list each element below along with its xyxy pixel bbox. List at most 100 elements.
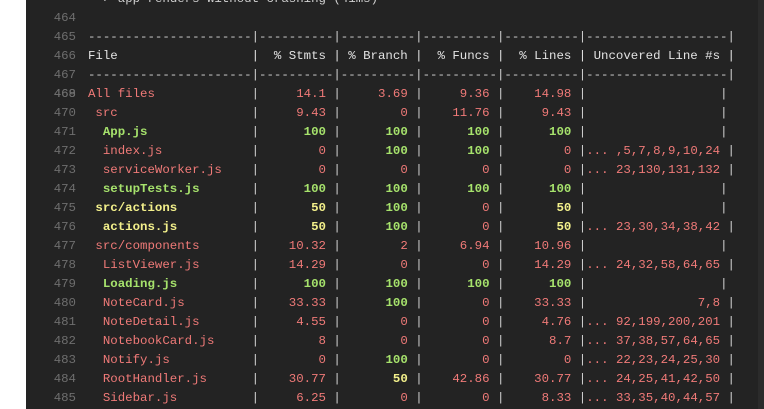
stmts-cell: 8 — [259, 334, 334, 348]
table-row: 470 src | 9.43 | 0 | 11.76 | 9.43 | | — [26, 104, 764, 123]
line-number: 469 — [53, 87, 76, 101]
column-separator: | — [333, 220, 341, 234]
line-number: 477 — [53, 239, 76, 253]
line-number: 476 — [53, 220, 76, 234]
column-separator: | — [415, 391, 423, 405]
uncovered-cell — [586, 87, 720, 101]
stmts-cell: 30.77 — [259, 372, 334, 386]
column-separator: | — [415, 182, 423, 196]
column-separator: | — [251, 201, 260, 215]
column-separator: | — [727, 296, 735, 310]
file-name: src — [88, 106, 252, 120]
file-name: actions.js — [88, 220, 252, 234]
table-separator: ----------------------|----------|------… — [88, 68, 735, 82]
stmts-cell: 14.1 — [259, 87, 334, 101]
line-number: 475 — [53, 201, 76, 215]
stmts-cell: 0 — [259, 144, 334, 158]
row-content: index.js | 0 | 100 | 100 | 0 |... ,5,7,8… — [88, 142, 735, 161]
uncovered-cell: ... 22,23,24,25,30 — [586, 353, 728, 367]
branch-cell: 100 — [340, 182, 416, 196]
log-line-467: 467 File | % Stmts | % Branch | % Funcs … — [26, 47, 764, 82]
uncovered-cell: ... 24,25,41,42,50 — [586, 372, 728, 386]
log-line-468: 468 ----------------------|----------|--… — [26, 66, 764, 101]
column-separator: | — [720, 182, 728, 196]
column-separator: | — [333, 125, 341, 139]
row-content: Notify.js | 0 | 100 | 0 | 0 |... 22,23,2… — [88, 351, 735, 370]
column-separator: | — [727, 258, 735, 272]
branch-cell: 100 — [340, 296, 416, 310]
row-content: ListViewer.js | 14.29 | 0 | 0 | 14.29 |.… — [88, 256, 735, 275]
table-row: 474 setupTests.js | 100 | 100 | 100 | 10… — [26, 180, 764, 199]
branch-cell: 0 — [340, 106, 416, 120]
funcs-cell: 0 — [422, 334, 497, 348]
uncovered-cell — [586, 106, 720, 120]
funcs-cell: 0 — [422, 163, 497, 177]
stmts-cell: 50 — [259, 220, 334, 234]
test-pass-line: ✓ app renders without crashing (41ms) — [88, 0, 378, 9]
lines-cell: 0 — [504, 353, 579, 367]
file-name: Sidebar.js — [88, 391, 252, 405]
column-separator: | — [415, 220, 423, 234]
lines-cell: 100 — [504, 182, 579, 196]
uncovered-cell — [586, 277, 720, 291]
file-name: Notify.js — [88, 353, 252, 367]
row-content: src/actions | 50 | 100 | 0 | 50 | | — [88, 199, 727, 218]
file-name: All files — [88, 87, 252, 101]
log-line-465: 465 — [26, 9, 764, 44]
lines-cell: 0 — [504, 144, 579, 158]
column-separator: | — [415, 334, 423, 348]
row-content: Loading.js | 100 | 100 | 100 | 100 | | — [88, 275, 728, 294]
line-number: 474 — [53, 182, 76, 196]
file-name: src/actions — [88, 201, 252, 215]
column-separator: | — [727, 144, 735, 158]
column-separator: | — [727, 334, 735, 348]
file-name: ListViewer.js — [88, 258, 252, 272]
stmts-cell: 14.29 — [259, 258, 334, 272]
stmts-cell: 100 — [259, 125, 334, 139]
table-row: 475 src/actions | 50 | 100 | 0 | 50 | | — [26, 199, 764, 218]
line-number: 473 — [53, 163, 76, 177]
funcs-cell: 9.36 — [422, 87, 497, 101]
uncovered-cell — [586, 239, 720, 253]
table-row: 472 index.js | 0 | 100 | 100 | 0 |... ,5… — [26, 142, 764, 161]
stmts-cell: 100 — [259, 277, 334, 291]
table-row: 480 NoteCard.js | 33.33 | 100 | 0 | 33.3… — [26, 294, 764, 313]
line-number: 471 — [53, 125, 76, 139]
column-separator: | — [251, 106, 260, 120]
column-separator: | — [333, 87, 341, 101]
table-header: File | % Stmts | % Branch | % Funcs | % … — [88, 49, 735, 63]
column-separator: | — [720, 106, 728, 120]
scrollbar-track[interactable] — [758, 0, 764, 409]
column-separator: | — [251, 87, 260, 101]
column-separator: | — [720, 277, 728, 291]
column-separator: | — [727, 315, 735, 329]
row-content: All files | 14.1 | 3.69 | 9.36 | 14.98 |… — [88, 85, 728, 104]
column-separator: | — [415, 296, 423, 310]
funcs-cell: 0 — [422, 315, 497, 329]
column-separator: | — [720, 87, 728, 101]
table-row: 481 NoteDetail.js | 4.55 | 0 | 0 | 4.76 … — [26, 313, 764, 332]
column-separator: | — [251, 334, 260, 348]
file-name: Loading.js — [88, 277, 252, 291]
row-content: src | 9.43 | 0 | 11.76 | 9.43 | | — [88, 104, 728, 123]
column-separator: | — [251, 258, 260, 272]
file-name: App.js — [88, 125, 252, 139]
branch-cell: 0 — [340, 163, 416, 177]
funcs-cell: 100 — [422, 125, 497, 139]
column-separator: | — [415, 106, 423, 120]
file-name: NoteDetail.js — [88, 315, 252, 329]
row-content: NoteDetail.js | 4.55 | 0 | 0 | 4.76 |...… — [88, 313, 735, 332]
lines-cell: 100 — [504, 277, 579, 291]
row-content: App.js | 100 | 100 | 100 | 100 | | — [88, 123, 728, 142]
table-row: 479 Loading.js | 100 | 100 | 100 | 100 |… — [26, 275, 764, 294]
column-separator: | — [333, 201, 341, 215]
column-separator: | — [251, 220, 260, 234]
table-row: 485 Sidebar.js | 6.25 | 0 | 0 | 8.33 |..… — [26, 389, 764, 408]
column-separator: | — [415, 201, 423, 215]
column-separator: | — [251, 144, 260, 158]
funcs-cell: 6.94 — [422, 239, 497, 253]
branch-cell: 100 — [340, 220, 416, 234]
column-separator: | — [415, 353, 423, 367]
column-separator: | — [727, 163, 735, 177]
line-number: 485 — [53, 391, 76, 405]
